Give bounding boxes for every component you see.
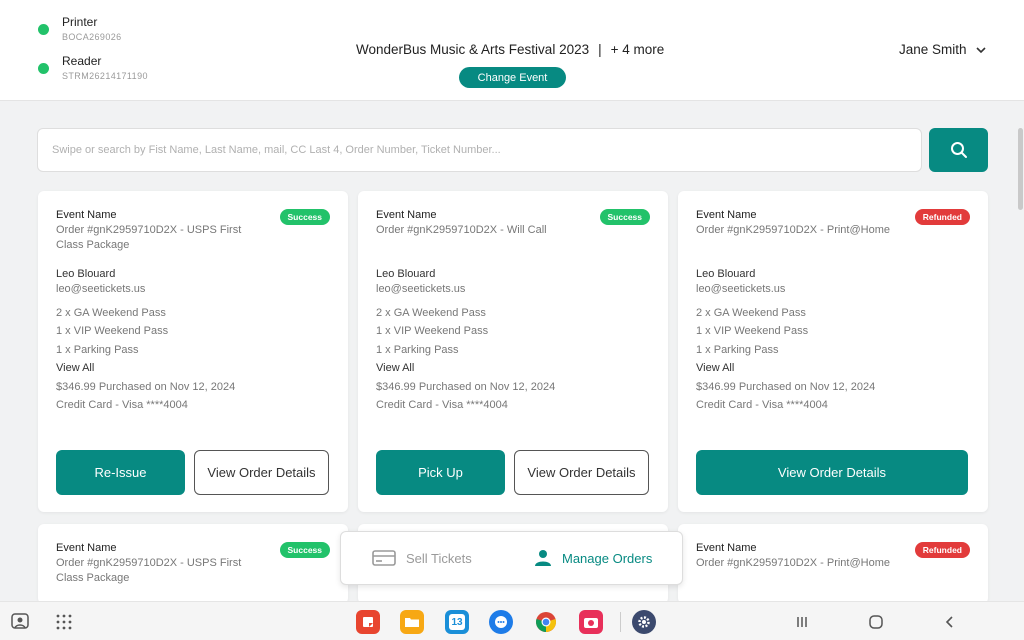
event-label: Event Name xyxy=(376,209,437,221)
system-navbar: 13 xyxy=(0,601,1024,640)
home-icon[interactable] xyxy=(864,610,888,634)
order-number: Order #gnK2959710D2X - Print@Home xyxy=(696,557,890,569)
user-name: Jane Smith xyxy=(899,42,967,57)
order-items: 2 x GA Weekend Pass 1 x VIP Weekend Pass… xyxy=(376,307,555,417)
order-item: 1 x VIP Weekend Pass xyxy=(696,325,809,338)
reissue-button[interactable]: Re-Issue xyxy=(56,450,185,495)
app-drawer-icon[interactable] xyxy=(52,610,76,634)
camera-app-icon[interactable] xyxy=(579,610,603,634)
purchase-info: $346.99 Purchased on Nov 12, 2024 xyxy=(696,380,876,393)
order-card: Event Name Refunded Order #gnK2959710D2X… xyxy=(678,191,988,512)
customer-name: Leo Blouard xyxy=(56,268,116,280)
reader-id: STRM26214171190 xyxy=(62,71,148,81)
payment-info: Credit Card - Visa ****4004 xyxy=(376,398,508,411)
order-number: Order #gnK2959710D2X - Will Call xyxy=(376,224,547,236)
bottom-tab-bar: Sell Tickets Manage Orders xyxy=(340,531,683,585)
customer-email: leo@seetickets.us xyxy=(696,283,786,295)
status-badge: Success xyxy=(279,542,330,558)
tab-sell-tickets[interactable]: Sell Tickets xyxy=(372,549,472,567)
reader-status: Reader STRM26214171190 xyxy=(38,54,148,83)
view-order-details-button[interactable]: View Order Details xyxy=(696,450,968,495)
messages-app-icon[interactable] xyxy=(489,610,513,634)
customer-name: Leo Blouard xyxy=(696,268,756,280)
user-icon xyxy=(535,550,551,566)
search-button[interactable] xyxy=(929,128,988,172)
printer-id: BOCA269026 xyxy=(62,32,122,42)
printer-status: Printer BOCA269026 xyxy=(38,15,122,44)
files-app-icon[interactable] xyxy=(400,610,424,634)
assistant-icon[interactable] xyxy=(8,610,32,634)
order-number: Order #gnK2959710D2X - Print@Home xyxy=(696,224,890,236)
pick-up-button[interactable]: Pick Up xyxy=(376,450,505,495)
printer-status-dot xyxy=(38,24,49,35)
order-card: Event Name Success Order #gnK2959710D2X … xyxy=(38,191,348,512)
more-events[interactable]: + 4 more xyxy=(611,42,665,57)
change-event-button[interactable]: Change Event xyxy=(459,67,566,88)
chrome-icon[interactable] xyxy=(534,610,558,634)
purchase-info: $346.99 Purchased on Nov 12, 2024 xyxy=(376,380,556,393)
order-item: 1 x VIP Weekend Pass xyxy=(376,325,489,338)
order-item: 2 x GA Weekend Pass xyxy=(696,307,806,319)
order-number: Order #gnK2959710D2X - USPS First Class … xyxy=(56,557,242,584)
recent-apps-icon[interactable] xyxy=(790,610,814,634)
top-header: Printer BOCA269026 Reader STRM2621417119… xyxy=(0,0,1024,101)
order-number: Order #gnK2959710D2X - USPS First Class … xyxy=(56,224,242,251)
view-order-details-button[interactable]: View Order Details xyxy=(514,450,649,495)
view-all-link[interactable]: View All xyxy=(56,362,235,380)
order-items: 2 x GA Weekend Pass 1 x VIP Weekend Pass… xyxy=(56,307,235,417)
order-item: 2 x GA Weekend Pass xyxy=(376,307,486,319)
reader-status-dot xyxy=(38,63,49,74)
status-badge: Success xyxy=(279,209,330,225)
order-item: 1 x VIP Weekend Pass xyxy=(56,325,169,338)
event-title: WonderBus Music & Arts Festival 2023 | +… xyxy=(356,42,664,57)
calendar-app-icon[interactable]: 13 xyxy=(445,610,469,634)
customer-name: Leo Blouard xyxy=(376,268,436,280)
event-label: Event Name xyxy=(696,542,757,554)
search-icon xyxy=(950,142,967,158)
order-item: 1 x Parking Pass xyxy=(696,343,779,356)
settings-app-icon[interactable] xyxy=(632,610,656,634)
customer-email: leo@seetickets.us xyxy=(56,283,146,295)
event-label: Event Name xyxy=(56,209,117,221)
tab-manage-orders[interactable]: Manage Orders xyxy=(534,549,652,567)
payment-info: Credit Card - Visa ****4004 xyxy=(696,398,828,411)
search-input[interactable]: Swipe or search by Fist Name, Last Name,… xyxy=(37,128,922,172)
status-badge: Success xyxy=(599,209,650,225)
event-name: WonderBus Music & Arts Festival 2023 xyxy=(356,42,590,57)
order-card: Event Name Refunded Order #gnK2959710D2X… xyxy=(678,524,988,604)
reader-label: Reader xyxy=(62,54,102,68)
chevron-down-icon xyxy=(975,46,986,53)
tab-manage-orders-label: Manage Orders xyxy=(562,550,653,566)
view-order-details-button[interactable]: View Order Details xyxy=(194,450,329,495)
status-badge: Refunded xyxy=(914,209,970,225)
order-item: 2 x GA Weekend Pass xyxy=(56,307,166,319)
customer-info: Leo Blouard leo@seetickets.us xyxy=(696,267,785,297)
status-badge: Refunded xyxy=(914,542,970,558)
event-label: Event Name xyxy=(56,542,117,554)
notes-app-icon[interactable] xyxy=(356,610,380,634)
title-separator: | xyxy=(598,42,602,57)
purchase-info: $346.99 Purchased on Nov 12, 2024 xyxy=(56,380,236,393)
navbar-separator xyxy=(620,612,621,632)
printer-label: Printer xyxy=(62,15,98,29)
credit-card-icon xyxy=(372,550,396,566)
customer-email: leo@seetickets.us xyxy=(376,283,466,295)
order-item: 1 x Parking Pass xyxy=(56,343,139,356)
tab-sell-tickets-label: Sell Tickets xyxy=(406,550,472,566)
back-icon[interactable] xyxy=(938,610,962,634)
payment-info: Credit Card - Visa ****4004 xyxy=(56,398,188,411)
order-item: 1 x Parking Pass xyxy=(376,343,459,356)
event-label: Event Name xyxy=(696,209,757,221)
customer-info: Leo Blouard leo@seetickets.us xyxy=(376,267,465,297)
calendar-date: 13 xyxy=(449,614,465,630)
order-card: Event Name Success Order #gnK2959710D2X … xyxy=(38,524,348,604)
order-card: Event Name Success Order #gnK2959710D2X … xyxy=(358,191,668,512)
customer-info: Leo Blouard leo@seetickets.us xyxy=(56,267,145,297)
view-all-link[interactable]: View All xyxy=(376,362,555,380)
view-all-link[interactable]: View All xyxy=(696,362,875,380)
user-menu[interactable]: Jane Smith xyxy=(899,42,987,57)
scrollbar[interactable] xyxy=(1018,128,1023,210)
order-items: 2 x GA Weekend Pass 1 x VIP Weekend Pass… xyxy=(696,307,875,417)
